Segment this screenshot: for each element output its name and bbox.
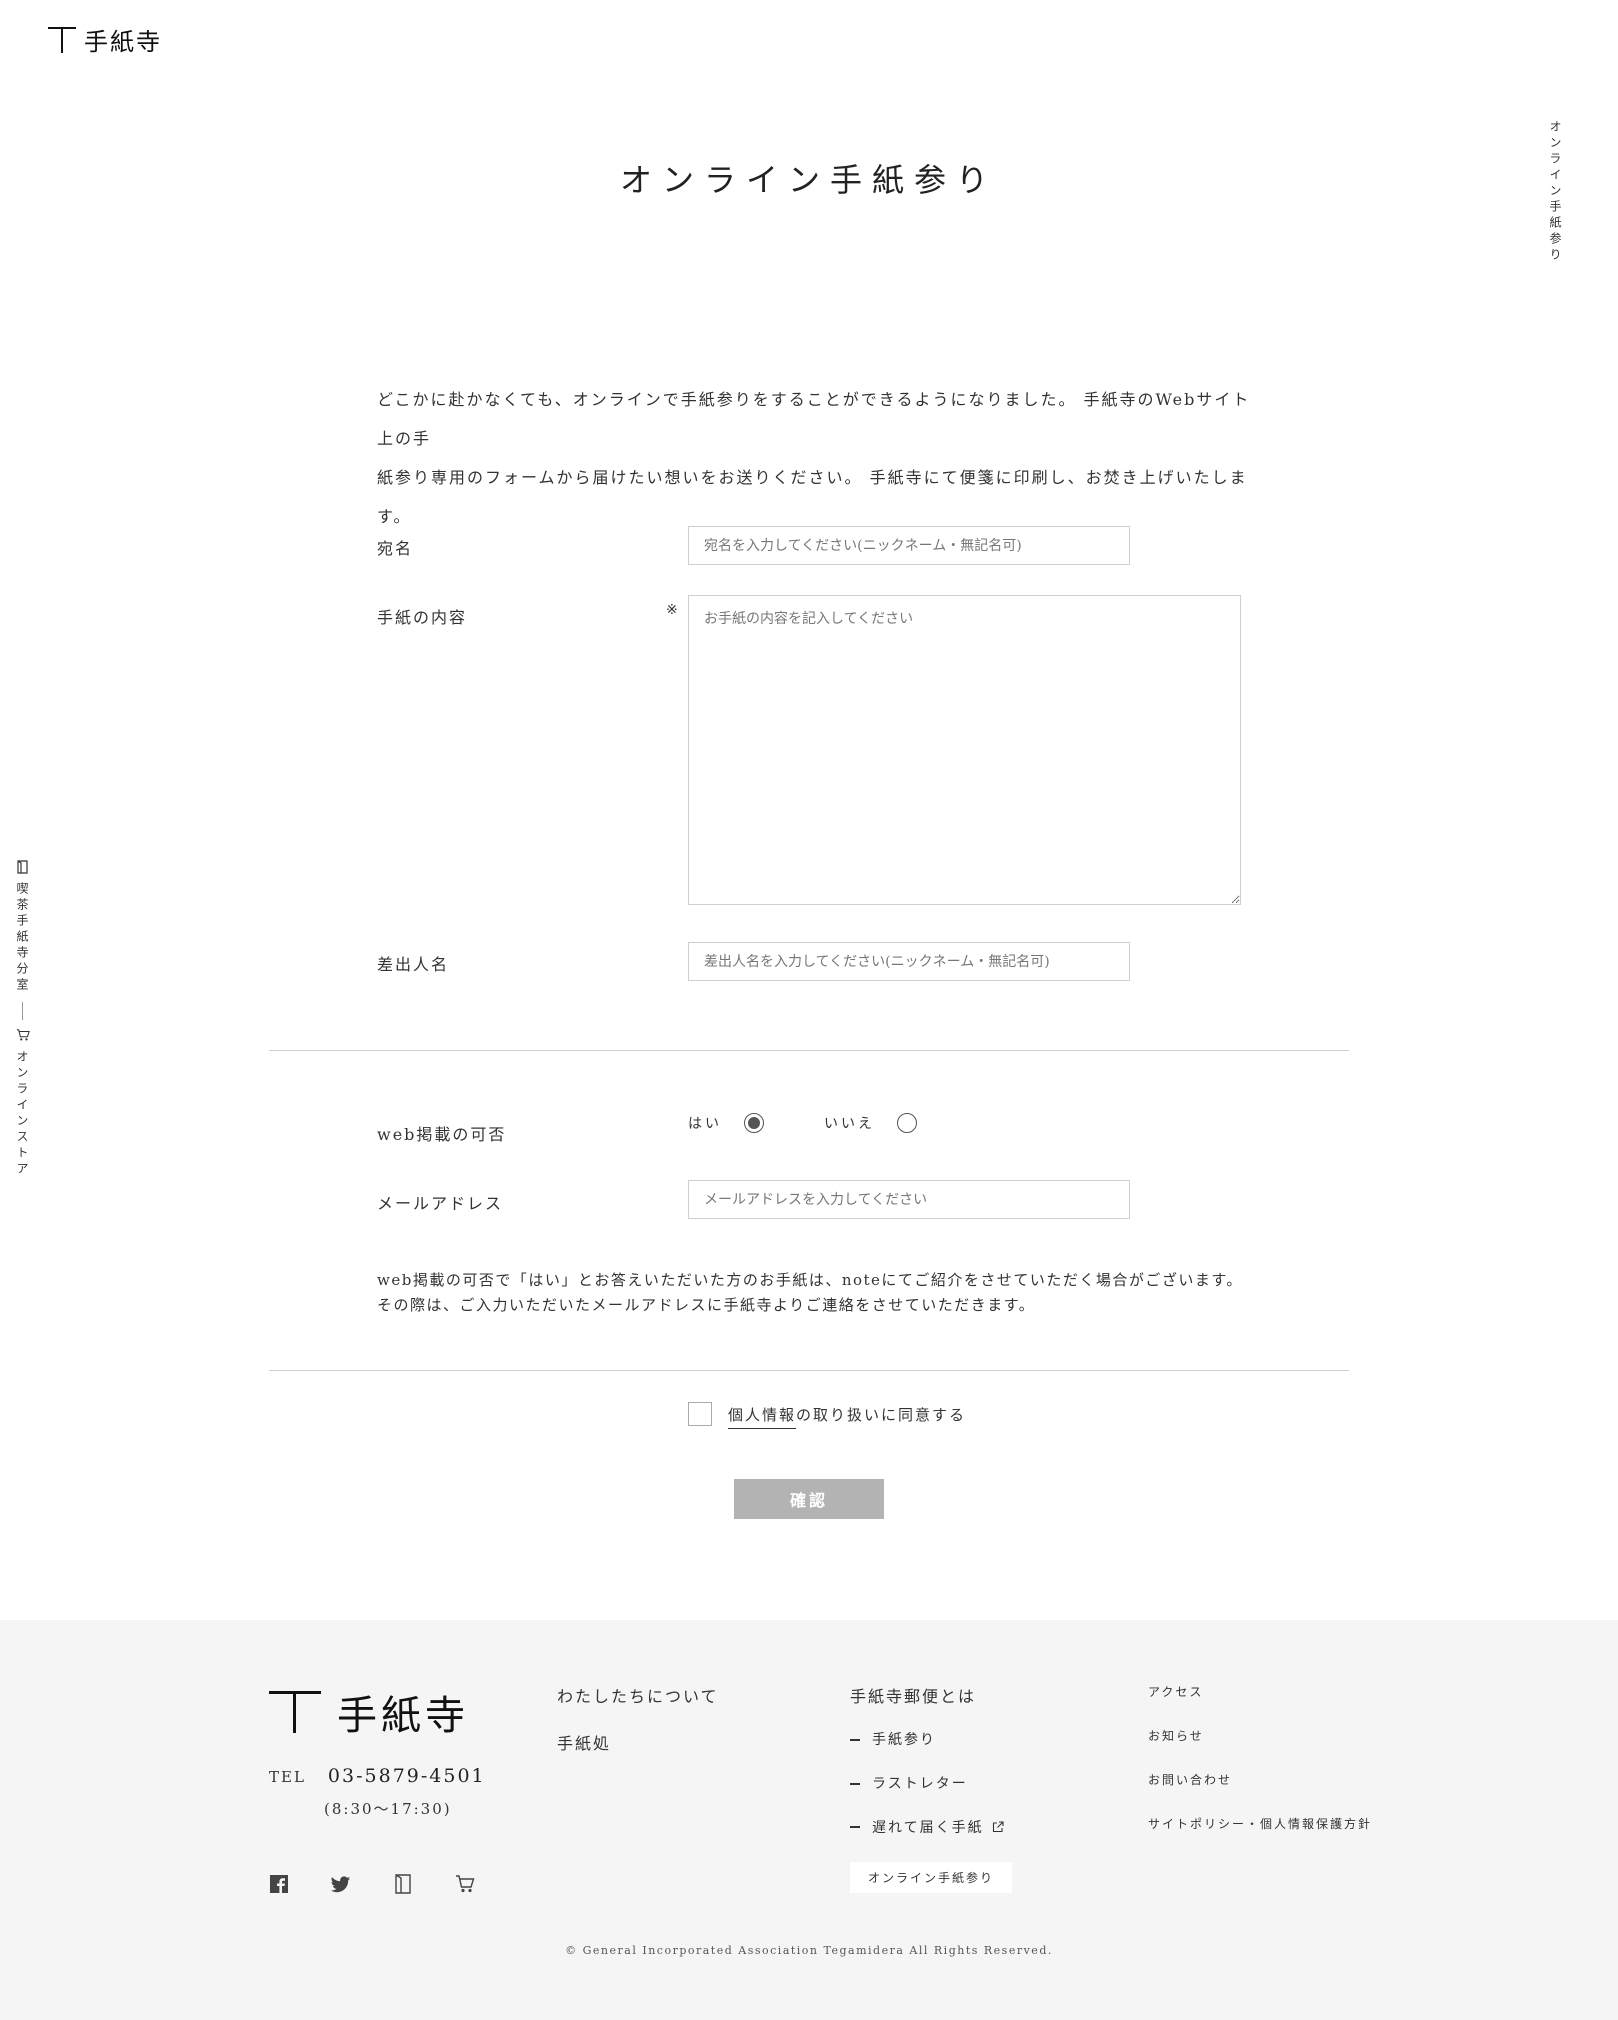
section-divider — [269, 1050, 1349, 1051]
footer-link-yubin[interactable]: 手紙寺郵便とは — [850, 1683, 976, 1707]
footer-sub-link-lastletter[interactable]: ラストレター — [850, 1773, 968, 1793]
web-publish-note: web掲載の可否で「はい」とお答えいただいた方のお手紙は、noteにてご紹介をさ… — [377, 1268, 1257, 1318]
footer-link-access[interactable]: アクセス — [1148, 1683, 1203, 1700]
book-icon — [16, 860, 30, 874]
side-link-store[interactable]: オンラインストア — [14, 1050, 31, 1178]
note-line-1: web掲載の可否で「はい」とお答えいただいた方のお手紙は、noteにてご紹介をさ… — [377, 1271, 1243, 1289]
page-title: オンライン手紙参り — [619, 161, 998, 199]
footer-link-policy[interactable]: サイトポリシー・個人情報保護方針 — [1148, 1815, 1372, 1832]
agree-text: 個人情報の取り扱いに同意する — [728, 1404, 967, 1429]
content-label: 手紙の内容 — [377, 608, 468, 627]
side-link-cafe[interactable]: 喫茶手紙寺分室 — [14, 882, 31, 994]
intro-line-1: どこかに赴かなくても、オンラインで手紙参りをすることができるようになりました。 … — [377, 390, 1251, 448]
agree-rest: の取り扱いに同意する — [796, 1405, 967, 1424]
book-icon[interactable] — [393, 1874, 413, 1894]
radio-yes-label: はい — [688, 1116, 722, 1132]
twitter-icon[interactable] — [331, 1874, 351, 1894]
addressee-label: 宛名 — [377, 539, 414, 558]
dash-icon — [850, 1826, 860, 1828]
social-links — [269, 1874, 475, 1894]
web-publish-radio-group: はい いいえ — [688, 1113, 977, 1133]
dash-icon — [850, 1739, 860, 1741]
sender-label: 差出人名 — [377, 955, 450, 974]
footer-sub-link-label: 遅れて届く手紙 — [872, 1820, 984, 1836]
logo-mark-icon — [269, 1691, 321, 1733]
privacy-link[interactable]: 個人情報 — [728, 1405, 797, 1429]
footer-link-news[interactable]: お知らせ — [1148, 1727, 1204, 1744]
copyright: © General Incorporated Association Tegam… — [565, 1944, 1053, 1957]
logo-text: 手紙寺 — [84, 28, 162, 56]
tel-label: TEL — [269, 1768, 306, 1786]
footer-sub-link-label: ラストレター — [872, 1776, 968, 1792]
external-link-icon — [992, 1821, 1004, 1833]
cart-icon — [16, 1028, 30, 1042]
footer-sub-link-label: 手紙参り — [872, 1732, 936, 1748]
cart-icon[interactable] — [455, 1874, 475, 1894]
tel-number[interactable]: 03-5879-4501 — [328, 1765, 486, 1787]
tel-hours: (8:30〜17:30) — [324, 1800, 452, 1818]
header-logo[interactable]: 手紙寺 — [48, 22, 162, 57]
web-publish-label: web掲載の可否 — [377, 1125, 507, 1144]
agree-checkbox[interactable] — [688, 1402, 712, 1426]
intro-line-2: 紙参り専用のフォームから届けたい想いをお送りください。 手紙寺にて便箋に印刷し、… — [377, 468, 1248, 526]
note-line-2: その際は、ご入力いただいたメールアドレスに手紙寺よりご連絡をさせていただきます。 — [377, 1296, 1036, 1314]
footer-online-button[interactable]: オンライン手紙参り — [850, 1862, 1012, 1893]
email-input[interactable] — [688, 1180, 1130, 1219]
footer-sub-link-mairi[interactable]: 手紙参り — [850, 1729, 936, 1749]
footer-link-tegamidokoro[interactable]: 手紙処 — [557, 1730, 611, 1754]
section-divider — [269, 1370, 1349, 1371]
agree-row: 個人情報の取り扱いに同意する — [688, 1402, 967, 1429]
footer-sub-link-delayed[interactable]: 遅れて届く手紙 — [850, 1817, 1004, 1837]
radio-yes[interactable] — [744, 1113, 764, 1133]
confirm-button[interactable]: 確認 — [734, 1479, 884, 1519]
addressee-input[interactable] — [688, 526, 1130, 565]
side-nav-left: 喫茶手紙寺分室 オンラインストア — [14, 860, 31, 1178]
footer-link-about[interactable]: わたしたちについて — [557, 1683, 719, 1707]
footer-logo[interactable]: 手紙寺 — [269, 1683, 469, 1741]
content-textarea[interactable] — [688, 595, 1241, 905]
side-divider — [22, 1002, 23, 1020]
email-label: メールアドレス — [377, 1194, 504, 1213]
sender-input[interactable] — [688, 942, 1130, 981]
footer-link-contact[interactable]: お問い合わせ — [1148, 1771, 1232, 1788]
logo-mark-icon — [48, 26, 76, 53]
footer — [0, 1620, 1618, 2020]
dash-icon — [850, 1783, 860, 1785]
required-mark: ※ — [666, 602, 678, 618]
footer-logo-text: 手紙寺 — [337, 1693, 469, 1739]
facebook-icon[interactable] — [269, 1874, 289, 1894]
footer-tel: TEL 03-5879-4501 — [269, 1765, 486, 1787]
radio-no[interactable] — [897, 1113, 917, 1133]
radio-no-label: いいえ — [824, 1116, 875, 1132]
intro-text: どこかに赴かなくても、オンラインで手紙参りをすることができるようになりました。 … — [377, 380, 1257, 536]
